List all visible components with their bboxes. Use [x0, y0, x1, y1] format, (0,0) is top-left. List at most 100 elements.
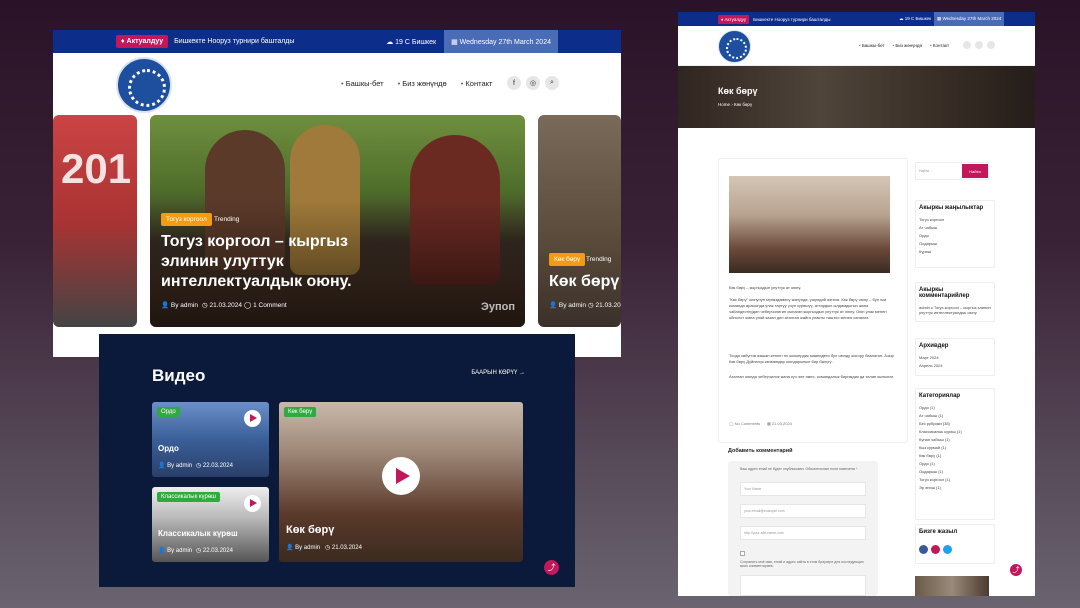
video-card-ordo[interactable]: Ордо Ордо 👤 By admin ◷ 22.03.2024: [152, 402, 269, 477]
video-title[interactable]: Классикалык күрөш: [158, 529, 238, 538]
recent-item[interactable]: Оодарыш: [916, 239, 994, 247]
slide-title[interactable]: Тогуз коргоол – кыргыз элинин улуттук ин…: [161, 232, 391, 292]
slide-prev[interactable]: 201: [53, 115, 137, 327]
news-ticker[interactable]: Бишкекте Нооруз турнири башталды: [753, 17, 830, 22]
video-badge[interactable]: Көк бөрү: [284, 407, 317, 417]
sidebar-image: [915, 576, 989, 596]
play-icon[interactable]: [244, 495, 261, 512]
top-bar: ♦ Актуалдуу Бишкекте Нооруз турнири башт…: [678, 12, 1035, 26]
video-title[interactable]: Ордо: [158, 444, 179, 453]
facebook-icon[interactable]: [963, 41, 971, 49]
instagram-icon[interactable]: [975, 41, 983, 49]
video-date: ◷ 22.03.2024: [196, 548, 233, 554]
follow-widget: Бизге жазыл: [915, 524, 995, 564]
play-icon[interactable]: [382, 457, 420, 495]
site-logo[interactable]: [718, 30, 751, 63]
name-field[interactable]: Your Name: [740, 482, 866, 496]
category-item[interactable]: Эр эниш (1): [916, 483, 994, 491]
scroll-top-button[interactable]: ⤴: [544, 560, 559, 575]
slide-next-date: ◷ 21.03.20: [588, 302, 621, 309]
video-card-kuresh[interactable]: Классикалык күрөш Классикалык күрөш 👤 By…: [152, 487, 269, 562]
news-ticker[interactable]: Бишкекте Нооруз турнири башталды: [174, 38, 294, 45]
category-item[interactable]: Кыз куумай (1): [916, 443, 994, 451]
play-icon[interactable]: [244, 410, 261, 427]
article-intro: Көк бөрү – кыргыздын улуттук ат оюну.: [729, 285, 802, 290]
video-section: Видео БААРЫН КӨРҮҮ → Ордо Ордо 👤 By admi…: [99, 334, 575, 587]
nav-contact[interactable]: Контакт: [930, 43, 949, 48]
category-item[interactable]: Ордо (1): [916, 403, 994, 411]
article-card: Көк бөрү – кыргыздын улуттук ат оюну. "К…: [718, 158, 908, 443]
comment-note: Ваш адрес email не будет опубликован. Об…: [740, 467, 858, 471]
page-title: Көк бөрү: [718, 86, 758, 96]
search-icon[interactable]: ⌕: [545, 76, 559, 90]
video-watermark: Эупоп: [481, 301, 515, 313]
nav-about[interactable]: Биз жөнүндө: [893, 43, 922, 48]
slide-next-trending[interactable]: Trending: [586, 256, 611, 263]
save-checkbox[interactable]: [740, 551, 745, 556]
search-button[interactable]: Найти: [962, 164, 988, 178]
video-title[interactable]: Көк бөрү: [286, 524, 334, 536]
telegram-icon[interactable]: [943, 545, 952, 554]
article-comments[interactable]: ◯ No Comments: [729, 421, 760, 426]
recent-item[interactable]: Күрөш: [916, 247, 994, 255]
recent-comments-widget: Акыркы комментарийлер admin к Тогуз корг…: [915, 282, 995, 322]
right-article-mockup: ♦ Актуалдуу Бишкекте Нооруз турнири башт…: [678, 12, 1035, 596]
category-item[interactable]: Без рубрики (38): [916, 419, 994, 427]
widget-heading: Архивдер: [919, 343, 949, 349]
slide-next-author[interactable]: 👤 By admin: [549, 301, 586, 309]
recent-item[interactable]: Ат чабыш: [916, 223, 994, 231]
see-all-link[interactable]: БААРЫН КӨРҮҮ →: [471, 370, 525, 376]
recent-item[interactable]: Тогуз коргоол: [916, 215, 994, 223]
video-badge[interactable]: Классикалык күрөш: [157, 492, 220, 502]
slide-next-title[interactable]: Көк бөрү: [549, 272, 621, 292]
slide-author[interactable]: 👤 By admin: [161, 301, 198, 309]
archive-item[interactable]: Март 2024: [916, 353, 994, 361]
trending-label[interactable]: Trending: [214, 216, 239, 223]
trending-badge[interactable]: ♦ Актуалдуу: [718, 14, 750, 24]
article-paragraph: Аталган оюнда чеберчилик жана күч эле эм…: [729, 374, 895, 379]
category-item[interactable]: Ат чабыш (1): [916, 411, 994, 419]
archive-item[interactable]: Апрель 2024: [916, 361, 994, 369]
video-author[interactable]: 👤 By admin: [286, 544, 320, 551]
video-badge[interactable]: Ордо: [157, 407, 180, 417]
trending-badge[interactable]: ♦ Актуалдуу: [116, 35, 169, 48]
instagram-icon[interactable]: [931, 545, 940, 554]
widget-heading: Акыркы жаңылыктар: [919, 205, 984, 211]
slide-comments[interactable]: ◯ 1 Comment: [244, 301, 287, 309]
article-date: ▦ 21.03.2024: [767, 421, 792, 426]
nav-home[interactable]: Башкы-бет: [341, 79, 384, 88]
search-icon[interactable]: [987, 41, 995, 49]
recent-item[interactable]: Ордо: [916, 231, 994, 239]
slide-main[interactable]: Тогуз коргоол Trending Тогуз коргоол – к…: [150, 115, 525, 327]
nav-contact[interactable]: Контакт: [461, 79, 492, 88]
email-field[interactable]: your-email@example.com: [740, 504, 866, 518]
nav-home[interactable]: Башкы-бет: [859, 43, 885, 48]
site-header: Башкы-бет Биз жөнүндө Контакт f ◎ ⌕: [53, 53, 621, 115]
url-field[interactable]: http://your-site-name.com: [740, 526, 866, 540]
category-item[interactable]: Тогуз коргоол (1): [916, 475, 994, 483]
comment-textarea[interactable]: [740, 575, 866, 596]
recent-news-widget: Акыркы жаңылыктар Тогуз коргоол Ат чабыш…: [915, 200, 995, 268]
category-item[interactable]: Көк бөрү (1): [916, 451, 994, 459]
slide-category-badge[interactable]: Тогуз коргоол: [161, 213, 212, 226]
category-item[interactable]: Оодарыш (1): [916, 467, 994, 475]
weather-info: ☁ 19 C Бишкек: [386, 38, 437, 46]
category-item[interactable]: Кунан чабыш (1): [916, 435, 994, 443]
breadcrumb[interactable]: Home › Көк бөрү: [718, 102, 752, 107]
comment-form: Ваш адрес email не будет опубликован. Об…: [728, 461, 878, 596]
video-author[interactable]: 👤 By admin: [158, 547, 192, 554]
category-item[interactable]: Ордо (1): [916, 459, 994, 467]
slide-next[interactable]: Көк бөрү Trending Көк бөрү 👤 By admin ◷ …: [538, 115, 621, 327]
video-author[interactable]: 👤 By admin: [158, 462, 192, 469]
left-homepage-mockup: ♦ Актуалдуу Бишкекте Нооруз турнири башт…: [53, 30, 621, 357]
nav-about[interactable]: Биз жөнүндө: [398, 79, 446, 88]
video-card-kok-boru[interactable]: Көк бөрү Көк бөрү 👤 By admin ◷ 21.03.202…: [279, 402, 523, 562]
instagram-icon[interactable]: ◎: [526, 76, 540, 90]
recent-comment-item[interactable]: admin к Тогуз коргоол – кыргыз элинин ул…: [916, 303, 994, 316]
facebook-icon[interactable]: [919, 545, 928, 554]
site-logo[interactable]: [116, 57, 172, 113]
slide-next-category[interactable]: Көк бөрү: [549, 253, 586, 266]
facebook-icon[interactable]: f: [507, 76, 521, 90]
category-item[interactable]: Классикалык күрөш (1): [916, 427, 994, 435]
scroll-top-button-right[interactable]: ⤴: [1010, 564, 1022, 576]
